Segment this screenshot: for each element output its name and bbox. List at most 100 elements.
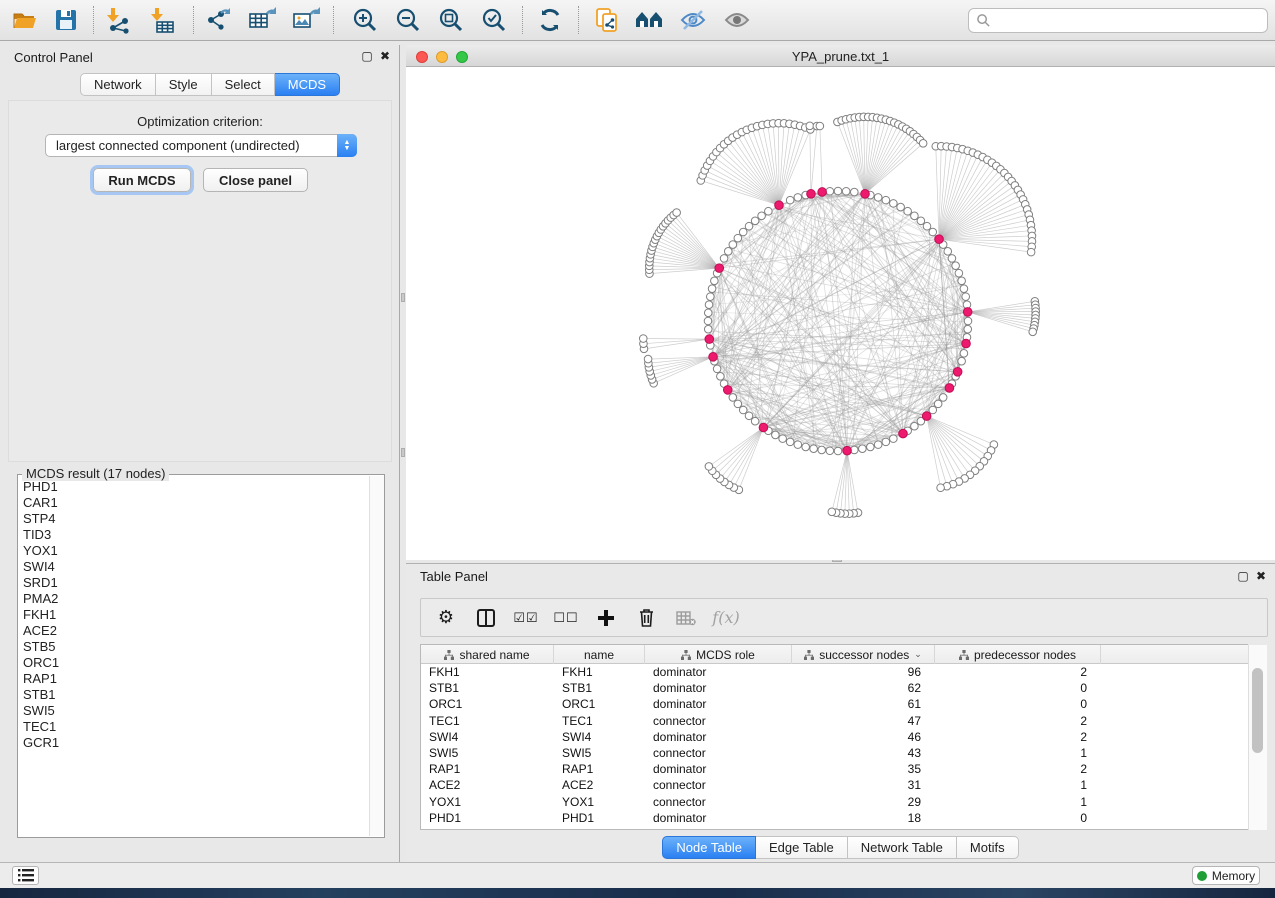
mcds-result-item[interactable]: SWI5 [18, 702, 370, 718]
cell-successor_nodes[interactable]: 43 [792, 746, 935, 760]
graph-node[interactable] [1027, 248, 1035, 256]
node-table[interactable]: shared namenameMCDS rolesuccessor nodes⌄… [420, 644, 1248, 830]
graph-node[interactable] [772, 431, 780, 439]
cell-successor_nodes[interactable]: 62 [792, 681, 935, 695]
graph-node[interactable] [897, 203, 905, 211]
import-table-icon[interactable] [144, 5, 180, 35]
cell-mcds_role[interactable]: dominator [645, 730, 792, 744]
mcds-result-item[interactable]: SRD1 [18, 574, 370, 590]
cell-mcds_role[interactable]: dominator [645, 665, 792, 679]
mcds-result-item[interactable]: STB1 [18, 686, 370, 702]
graph-node[interactable] [734, 234, 742, 242]
graph-hub-node[interactable] [818, 188, 827, 197]
graph-node[interactable] [644, 355, 652, 363]
graph-node[interactable] [958, 277, 966, 285]
graph-node[interactable] [882, 438, 890, 446]
mcds-result-item[interactable]: TEC1 [18, 718, 370, 734]
cell-predecessor_nodes[interactable]: 0 [935, 811, 1101, 825]
table-row-FKH1[interactable]: FKH1FKH1dominator962 [421, 664, 1248, 680]
cell-name[interactable]: SWI5 [554, 746, 645, 760]
cell-shared_name[interactable]: RAP1 [421, 762, 554, 776]
table-row-YOX1[interactable]: YOX1YOX1connector291 [421, 794, 1248, 810]
table-row-TEC1[interactable]: TEC1TEC1connector472 [421, 713, 1248, 729]
graph-node[interactable] [929, 228, 937, 236]
cell-predecessor_nodes[interactable]: 2 [935, 665, 1101, 679]
table-row-RAP1[interactable]: RAP1RAP1dominator352 [421, 761, 1248, 777]
graph-node[interactable] [962, 293, 970, 301]
zoom-selected-icon[interactable] [476, 5, 512, 35]
graph-hub-node[interactable] [843, 446, 852, 455]
graph-node[interactable] [794, 194, 802, 202]
graph-node[interactable] [850, 188, 858, 196]
cell-predecessor_nodes[interactable]: 2 [935, 762, 1101, 776]
close-panel-button[interactable]: Close panel [203, 168, 308, 192]
status-menu-button[interactable] [12, 866, 39, 885]
graph-node[interactable] [867, 443, 875, 451]
cell-mcds_role[interactable]: connector [645, 746, 792, 760]
table-row-SWI5[interactable]: SWI5SWI5connector431 [421, 745, 1248, 761]
graph-node[interactable] [834, 187, 842, 195]
graph-node[interactable] [958, 357, 966, 365]
first-neighbors-icon[interactable] [632, 5, 668, 35]
vertical-splitter-handle[interactable] [401, 293, 405, 302]
graph-node[interactable] [842, 187, 850, 195]
open-file-icon[interactable] [6, 5, 42, 35]
save-session-icon[interactable] [48, 5, 84, 35]
cell-successor_nodes[interactable]: 46 [792, 730, 935, 744]
cell-mcds_role[interactable]: connector [645, 714, 792, 728]
mcds-result-scrollbar[interactable] [369, 476, 384, 836]
graph-node[interactable] [939, 394, 947, 402]
graph-hub-node[interactable] [899, 429, 908, 438]
graph-node[interactable] [828, 508, 836, 516]
graph-node[interactable] [704, 317, 712, 325]
cell-successor_nodes[interactable]: 18 [792, 811, 935, 825]
refresh-layout-icon[interactable] [532, 5, 568, 35]
cell-shared_name[interactable]: PHD1 [421, 811, 554, 825]
graph-hub-node[interactable] [715, 264, 724, 273]
tab-network-table[interactable]: Network Table [848, 836, 957, 859]
graph-node[interactable] [711, 277, 719, 285]
delete-columns-icon[interactable] [633, 606, 659, 630]
graph-node[interactable] [786, 196, 794, 204]
close-panel-icon[interactable]: ✖ [379, 50, 391, 62]
column-header-predecessor-nodes[interactable]: predecessor nodes [935, 645, 1101, 664]
mcds-result-item[interactable]: FKH1 [18, 606, 370, 622]
table-settings-icon[interactable]: ⚙ [433, 606, 459, 630]
graph-node[interactable] [826, 187, 834, 195]
mcds-result-item[interactable]: YOX1 [18, 542, 370, 558]
cell-name[interactable]: SWI4 [554, 730, 645, 744]
close-table-panel-icon[interactable]: ✖ [1255, 570, 1267, 582]
graph-node[interactable] [818, 446, 826, 454]
graph-node[interactable] [955, 269, 963, 277]
graph-node[interactable] [794, 441, 802, 449]
float-table-panel-icon[interactable]: ▢ [1237, 570, 1249, 582]
table-row-STB1[interactable]: STB1STB1dominator620 [421, 680, 1248, 696]
graph-node[interactable] [707, 293, 715, 301]
graph-node[interactable] [960, 350, 968, 358]
cell-predecessor_nodes[interactable]: 2 [935, 730, 1101, 744]
search-field[interactable] [968, 8, 1268, 33]
cell-shared_name[interactable]: YOX1 [421, 795, 554, 809]
graph-node[interactable] [826, 447, 834, 455]
graph-node[interactable] [911, 422, 919, 430]
tab-select[interactable]: Select [212, 73, 275, 96]
graph-node[interactable] [948, 255, 956, 263]
graph-hub-node[interactable] [945, 384, 954, 393]
graph-node[interactable] [739, 406, 747, 414]
cell-predecessor_nodes[interactable]: 0 [935, 681, 1101, 695]
graph-node[interactable] [834, 447, 842, 455]
graph-node[interactable] [720, 255, 728, 263]
graph-hub-node[interactable] [709, 353, 718, 362]
graph-hub-node[interactable] [935, 235, 944, 244]
cell-shared_name[interactable]: SWI4 [421, 730, 554, 744]
column-header-MCDS-role[interactable]: MCDS role [645, 645, 792, 664]
graph-node[interactable] [729, 241, 737, 249]
column-header-shared-name[interactable]: shared name [421, 645, 554, 664]
graph-node[interactable] [934, 400, 942, 408]
graph-hub-node[interactable] [962, 339, 971, 348]
cell-predecessor_nodes[interactable]: 1 [935, 778, 1101, 792]
graph-node[interactable] [882, 196, 890, 204]
graph-node[interactable] [708, 285, 716, 293]
export-network-icon[interactable] [200, 5, 236, 35]
graph-node[interactable] [952, 262, 960, 270]
